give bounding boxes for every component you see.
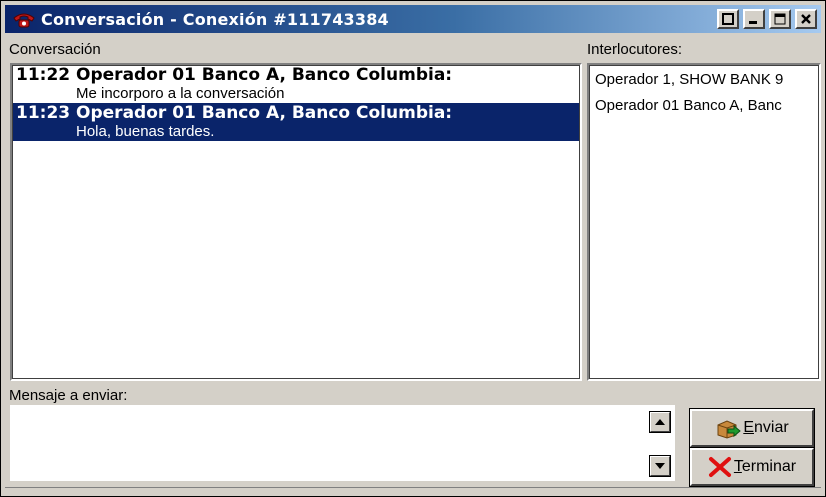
message-item-selected[interactable]: 11:23 Operador 01 Banco A, Banco Columbi…	[12, 103, 580, 141]
message-header: 11:23 Operador 01 Banco A, Banco Columbi…	[16, 103, 453, 123]
conversation-label: Conversación	[9, 41, 101, 58]
conversation-window: Conversación - Conexión #111743384 Conve…	[0, 0, 826, 497]
arrow-down-icon	[655, 463, 665, 469]
minimize-button[interactable]	[743, 9, 765, 29]
message-text: Hola, buenas tardes.	[76, 123, 215, 140]
window-controls	[717, 9, 817, 29]
participant-item[interactable]: Operador 01 Banco A, Banc	[589, 93, 819, 119]
window-title: Conversación - Conexión #111743384	[41, 9, 389, 29]
telephone-icon	[13, 13, 35, 28]
red-x-icon	[708, 457, 731, 477]
compose-label: Mensaje a enviar:	[9, 387, 128, 404]
close-icon	[801, 14, 811, 24]
participants-label: Interlocutores:	[587, 41, 683, 58]
message-input[interactable]	[10, 405, 645, 481]
participants-list[interactable]: Operador 1, SHOW BANK 9 Operador 01 Banc…	[587, 63, 821, 381]
send-button[interactable]: Enviar	[689, 408, 815, 448]
maximize-icon	[774, 13, 786, 25]
message-item[interactable]: 11:22 Operador 01 Banco A, Banco Columbi…	[12, 65, 580, 103]
arrow-up-icon	[655, 419, 665, 425]
message-text: Me incorporo a la conversación	[76, 85, 285, 102]
restore-icon	[722, 13, 734, 25]
end-button[interactable]: Terminar	[689, 447, 815, 487]
package-send-icon	[717, 420, 742, 439]
close-button[interactable]	[795, 9, 817, 29]
restore-button[interactable]	[717, 9, 739, 29]
title-bar[interactable]: Conversación - Conexión #111743384	[5, 5, 821, 33]
message-header: 11:22 Operador 01 Banco A, Banco Columbi…	[16, 65, 453, 85]
end-button-label: Terminar	[733, 458, 797, 475]
minimize-icon	[749, 21, 757, 24]
send-button-label: Enviar	[743, 419, 789, 436]
status-bar	[5, 487, 821, 495]
participant-item[interactable]: Operador 1, SHOW BANK 9	[589, 67, 819, 93]
scroll-up-button[interactable]	[649, 411, 671, 433]
scroll-down-button[interactable]	[649, 455, 671, 477]
maximize-button[interactable]	[769, 9, 791, 29]
conversation-log[interactable]: 11:22 Operador 01 Banco A, Banco Columbi…	[10, 63, 582, 381]
